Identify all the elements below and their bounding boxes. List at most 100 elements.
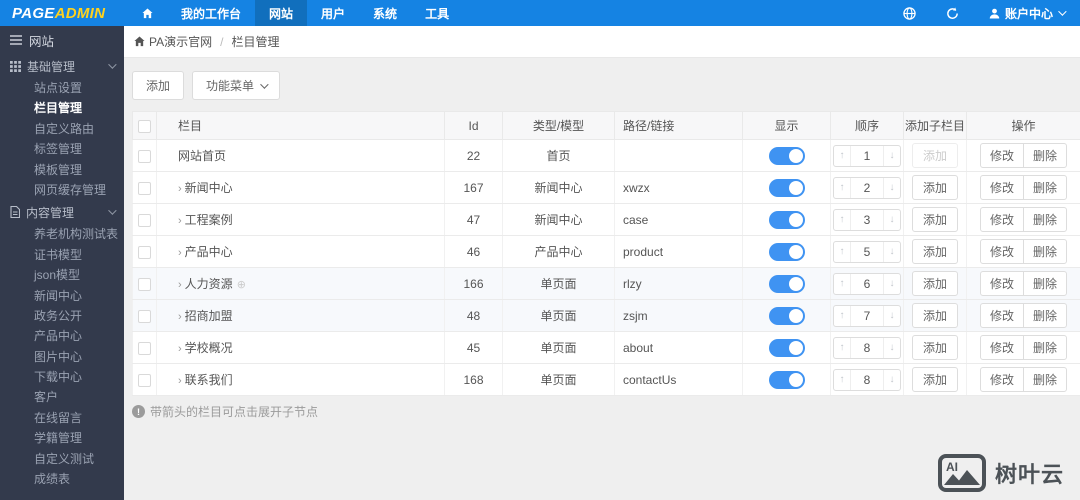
delete-button[interactable]: 删除 xyxy=(1023,368,1066,391)
sidebar-item[interactable]: 自定义测试 xyxy=(0,449,124,469)
delete-button[interactable]: 删除 xyxy=(1023,304,1066,327)
order-input[interactable]: 7 xyxy=(850,305,884,326)
nav-item-system[interactable]: 系统 xyxy=(359,0,411,26)
order-up-button[interactable]: ↑ xyxy=(834,370,850,390)
sidebar-item[interactable]: 学籍管理 xyxy=(0,428,124,448)
nav-item-users[interactable]: 用户 xyxy=(307,0,359,26)
nav-item-website[interactable]: 网站 xyxy=(255,0,308,26)
sidebar-item[interactable]: 站点设置 xyxy=(0,78,124,98)
row-checkbox[interactable] xyxy=(138,245,151,259)
row-checkbox[interactable] xyxy=(138,373,151,387)
globe-icon[interactable] xyxy=(903,6,916,20)
sidebar-item[interactable]: 成绩表 xyxy=(0,469,124,489)
sidebar-item[interactable]: 图片中心 xyxy=(0,347,124,367)
edit-button[interactable]: 修改 xyxy=(981,144,1023,167)
refresh-icon[interactable] xyxy=(946,6,959,20)
sidebar-item[interactable]: 栏目管理 xyxy=(0,98,124,118)
order-input[interactable]: 1 xyxy=(850,145,884,166)
sidebar-group-1[interactable]: 内容管理 xyxy=(0,200,124,224)
order-input[interactable]: 6 xyxy=(850,273,884,294)
order-input[interactable]: 5 xyxy=(850,241,884,262)
breadcrumb-site[interactable]: PA演示官网 xyxy=(149,33,212,50)
function-menu-button[interactable]: 功能菜单 xyxy=(192,71,281,100)
nav-item-workbench[interactable]: 我的工作台 xyxy=(167,0,255,26)
sidebar-item[interactable]: 产品中心 xyxy=(0,326,124,346)
sidebar-item[interactable]: 自定义路由 xyxy=(0,119,124,139)
account-menu[interactable]: 账户中心 xyxy=(989,5,1067,22)
expand-arrow-icon[interactable]: › xyxy=(178,247,182,259)
nav-item-tools[interactable]: 工具 xyxy=(411,0,463,26)
edit-button[interactable]: 修改 xyxy=(981,272,1023,295)
add-child-button[interactable]: 添加 xyxy=(911,175,958,200)
add-child-button[interactable]: 添加 xyxy=(911,303,958,328)
sidebar-item[interactable]: 新闻中心 xyxy=(0,286,124,306)
order-up-button[interactable]: ↑ xyxy=(834,146,850,166)
edit-button[interactable]: 修改 xyxy=(981,176,1023,199)
sidebar-group-0[interactable]: 基础管理 xyxy=(0,54,124,78)
expand-arrow-icon[interactable]: › xyxy=(178,311,182,323)
delete-button[interactable]: 删除 xyxy=(1023,336,1066,359)
sidebar-item[interactable]: 网页缓存管理 xyxy=(0,180,124,200)
visibility-toggle[interactable] xyxy=(768,178,805,197)
expand-arrow-icon[interactable]: › xyxy=(178,215,182,227)
expand-arrow-icon[interactable]: › xyxy=(178,183,182,195)
order-down-button[interactable]: ↓ xyxy=(884,146,900,166)
add-child-button[interactable]: 添加 xyxy=(911,335,958,360)
sidebar-item[interactable]: 政务公开 xyxy=(0,306,124,326)
row-checkbox[interactable] xyxy=(138,277,151,291)
sidebar-item[interactable]: 模板管理 xyxy=(0,160,124,180)
delete-button[interactable]: 删除 xyxy=(1023,240,1066,263)
order-up-button[interactable]: ↑ xyxy=(834,178,850,198)
order-down-button[interactable]: ↓ xyxy=(884,178,900,198)
order-input[interactable]: 8 xyxy=(850,337,884,358)
order-down-button[interactable]: ↓ xyxy=(884,370,900,390)
visibility-toggle[interactable] xyxy=(768,306,805,325)
app-logo[interactable]: PAGE ADMIN xyxy=(0,0,124,26)
order-down-button[interactable]: ↓ xyxy=(884,306,900,326)
row-checkbox[interactable] xyxy=(138,181,151,195)
add-child-button[interactable]: 添加 xyxy=(911,239,958,264)
row-checkbox[interactable] xyxy=(138,309,151,323)
visibility-toggle[interactable] xyxy=(768,210,805,229)
edit-button[interactable]: 修改 xyxy=(981,368,1023,391)
row-checkbox[interactable] xyxy=(138,341,151,355)
edit-button[interactable]: 修改 xyxy=(981,336,1023,359)
order-up-button[interactable]: ↑ xyxy=(834,274,850,294)
expand-arrow-icon[interactable]: › xyxy=(178,375,182,387)
delete-button[interactable]: 删除 xyxy=(1023,176,1066,199)
sidebar-item[interactable]: json模型 xyxy=(0,265,124,285)
sidebar-item[interactable]: 养老机构测试表 xyxy=(0,224,124,244)
add-button[interactable]: 添加 xyxy=(132,71,185,100)
add-child-button[interactable]: 添加 xyxy=(911,207,958,232)
order-down-button[interactable]: ↓ xyxy=(884,210,900,230)
nav-item-home[interactable] xyxy=(128,0,167,26)
order-input[interactable]: 8 xyxy=(850,369,884,390)
visibility-toggle[interactable] xyxy=(768,146,805,165)
edit-button[interactable]: 修改 xyxy=(981,304,1023,327)
visibility-toggle[interactable] xyxy=(768,242,805,261)
visibility-toggle[interactable] xyxy=(768,338,805,357)
sidebar-item[interactable]: 下载中心 xyxy=(0,367,124,387)
order-down-button[interactable]: ↓ xyxy=(884,274,900,294)
sidebar-item[interactable]: 在线留言 xyxy=(0,408,124,428)
order-up-button[interactable]: ↑ xyxy=(834,306,850,326)
visibility-toggle[interactable] xyxy=(768,274,805,293)
order-input[interactable]: 2 xyxy=(850,177,884,198)
sidebar-item[interactable]: 证书模型 xyxy=(0,245,124,265)
delete-button[interactable]: 删除 xyxy=(1023,144,1066,167)
order-input[interactable]: 3 xyxy=(850,209,884,230)
order-up-button[interactable]: ↑ xyxy=(834,338,850,358)
expand-arrow-icon[interactable]: › xyxy=(178,279,182,291)
sidebar-item[interactable]: 标签管理 xyxy=(0,139,124,159)
delete-button[interactable]: 删除 xyxy=(1023,208,1066,231)
sidebar-header-website[interactable]: 网站 xyxy=(0,26,124,54)
edit-button[interactable]: 修改 xyxy=(981,240,1023,263)
edit-button[interactable]: 修改 xyxy=(981,208,1023,231)
select-all-checkbox[interactable] xyxy=(138,119,151,133)
order-down-button[interactable]: ↓ xyxy=(884,338,900,358)
order-up-button[interactable]: ↑ xyxy=(834,242,850,262)
row-checkbox[interactable] xyxy=(138,149,151,163)
order-down-button[interactable]: ↓ xyxy=(884,242,900,262)
row-checkbox[interactable] xyxy=(138,213,151,227)
add-child-button[interactable]: 添加 xyxy=(911,367,958,392)
